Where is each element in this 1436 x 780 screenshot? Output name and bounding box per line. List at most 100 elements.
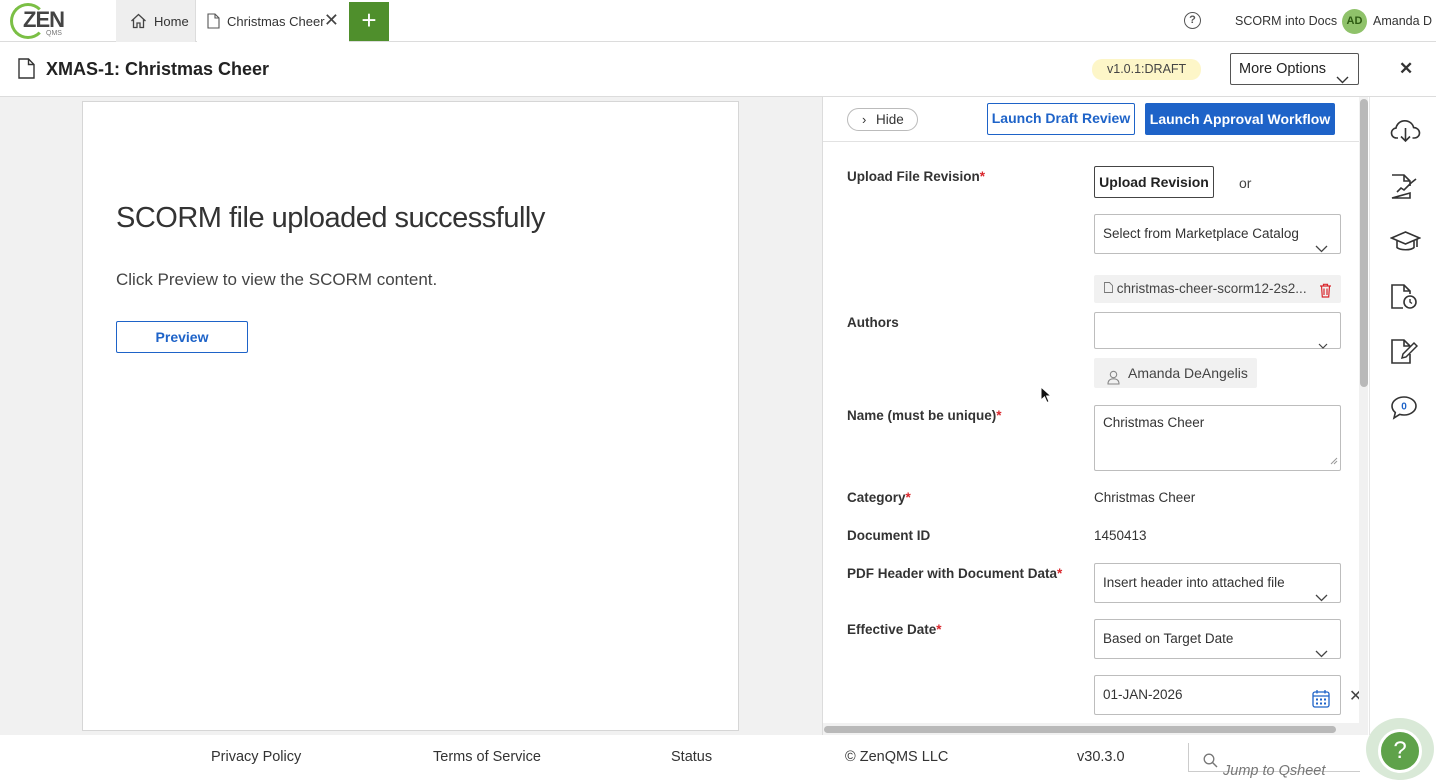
pdf-header-select[interactable]: Insert header into attached file <box>1094 563 1341 603</box>
footer: Privacy Policy Terms of Service Status ©… <box>0 735 1436 780</box>
or-text: or <box>1239 175 1252 191</box>
launch-approval-workflow-button[interactable]: Launch Approval Workflow <box>1145 103 1335 135</box>
page-title: XMAS-1: Christmas Cheer <box>46 59 270 79</box>
attached-file[interactable]: christmas-cheer-scorm12-2s2... <box>1094 275 1341 303</box>
effective-date-select[interactable]: Based on Target Date <box>1094 619 1341 659</box>
help-icon[interactable]: ? <box>1184 12 1201 29</box>
horizontal-scrollbar-thumb[interactable] <box>824 726 1336 733</box>
upload-file-revision-label: Upload File Revision* <box>847 169 985 184</box>
category-label: Category* <box>847 490 911 505</box>
upload-label-text: Upload File Revision <box>847 169 980 184</box>
logo-subtext: QMS <box>46 30 62 37</box>
comments-icon[interactable]: 0 <box>1390 395 1418 425</box>
author-chip[interactable]: Amanda DeAngelis <box>1094 358 1257 388</box>
add-tab-button[interactable]: + <box>349 2 389 41</box>
tab-home[interactable]: Home <box>116 0 196 42</box>
more-options-button[interactable]: More Options <box>1230 53 1359 85</box>
document-history-icon[interactable] <box>1390 283 1418 315</box>
required-marker: * <box>936 622 942 637</box>
user-name[interactable]: Amanda D <box>1373 14 1432 28</box>
app-version: v30.3.0 <box>1077 749 1125 765</box>
chevron-down-icon <box>1315 230 1328 268</box>
vertical-scrollbar-thumb[interactable] <box>1360 99 1368 387</box>
chevron-right-icon: › <box>862 112 867 127</box>
category-value: Christmas Cheer <box>1094 490 1196 505</box>
launch-draft-review-button[interactable]: Launch Draft Review <box>987 103 1135 135</box>
authors-label: Authors <box>847 315 899 330</box>
document-id-value: 1450413 <box>1094 528 1147 543</box>
hide-label: Hide <box>876 112 904 127</box>
hide-panel-button[interactable]: › Hide <box>847 108 918 131</box>
terms-of-service-link[interactable]: Terms of Service <box>433 749 541 765</box>
close-icon[interactable]: ✕ <box>1399 59 1413 79</box>
name-label: Name (must be unique)* <box>847 408 1002 423</box>
trash-icon[interactable] <box>1319 280 1332 303</box>
tab-close-icon[interactable]: ✕ <box>324 11 339 29</box>
privacy-policy-link[interactable]: Privacy Policy <box>211 749 301 765</box>
comment-count: 0 <box>1401 402 1407 413</box>
marketplace-catalog-select[interactable]: Select from Marketplace Catalog <box>1094 214 1341 254</box>
authors-select[interactable] <box>1094 312 1341 349</box>
mouse-cursor-icon <box>1040 385 1053 409</box>
tab-home-label: Home <box>154 13 189 29</box>
document-icon <box>18 58 35 84</box>
document-id-label: Document ID <box>847 528 931 543</box>
top-bar: ZEN QMS Home Christmas Cheer ✕ + ? SCORM… <box>0 0 1436 42</box>
date-input-value: 01-JAN-2026 <box>1103 687 1183 702</box>
file-icon <box>1104 281 1117 296</box>
copyright-text: © ZenQMS LLC <box>845 749 949 765</box>
document-icon <box>207 13 220 29</box>
calendar-icon[interactable] <box>1312 685 1330 723</box>
required-marker: * <box>1057 566 1063 581</box>
vertical-scrollbar[interactable] <box>1359 97 1368 735</box>
name-label-text: Name (must be unique) <box>847 408 997 423</box>
preview-button[interactable]: Preview <box>116 321 248 353</box>
chevron-down-icon <box>1315 579 1328 617</box>
tab-christmas-cheer[interactable]: Christmas Cheer ✕ <box>197 0 349 42</box>
graduation-cap-icon[interactable] <box>1389 230 1422 258</box>
avatar[interactable]: AD <box>1342 9 1367 34</box>
date-input[interactable]: 01-JAN-2026 <box>1094 675 1341 715</box>
required-marker: * <box>979 169 986 184</box>
marketplace-select-value: Select from Marketplace Catalog <box>1103 226 1299 241</box>
panel-header: › Hide Launch Draft Review Launch Approv… <box>823 97 1359 142</box>
preview-instructions: Click Preview to view the SCORM content. <box>116 270 438 289</box>
help-icon: ? <box>1378 729 1422 773</box>
author-chip-name: Amanda DeAngelis <box>1128 365 1248 381</box>
required-marker: * <box>905 490 911 505</box>
category-label-text: Category <box>847 490 906 505</box>
organization-name[interactable]: SCORM into Docs <box>1235 14 1337 28</box>
help-chat-button[interactable]: ? <box>1366 718 1434 780</box>
tool-rail: 0 <box>1369 97 1436 735</box>
upload-revision-button[interactable]: Upload Revision <box>1094 166 1214 198</box>
document-title-bar: XMAS-1: Christmas Cheer v1.0.1:DRAFT Mor… <box>0 42 1436 97</box>
tab-doc-label: Christmas Cheer <box>227 13 325 29</box>
document-page: SCORM file uploaded successfully Click P… <box>82 101 739 731</box>
jump-placeholder: Jump to Qsheet <box>1223 763 1326 779</box>
version-badge: v1.0.1:DRAFT <box>1092 59 1202 80</box>
chevron-down-icon <box>1315 635 1328 673</box>
name-textarea[interactable]: Christmas Cheer <box>1094 405 1341 471</box>
more-options-label: More Options <box>1239 61 1327 77</box>
effective-date-label: Effective Date* <box>847 622 942 637</box>
home-icon <box>130 13 147 29</box>
person-icon <box>1107 365 1120 395</box>
document-viewer: SCORM file uploaded successfully Click P… <box>0 97 822 735</box>
horizontal-scrollbar[interactable] <box>823 723 1359 735</box>
name-textarea-value: Christmas Cheer <box>1103 415 1205 430</box>
chevron-down-icon <box>1336 65 1349 95</box>
effective-date-label-text: Effective Date <box>847 622 937 637</box>
attached-file-name: christmas-cheer-scorm12-2s2... <box>1116 281 1307 296</box>
cloud-download-icon[interactable] <box>1390 119 1421 148</box>
resize-handle-icon[interactable] <box>1330 453 1338 468</box>
document-chart-icon[interactable] <box>1390 173 1418 205</box>
status-link[interactable]: Status <box>671 749 712 765</box>
required-marker: * <box>996 408 1002 423</box>
effective-date-select-value: Based on Target Date <box>1103 631 1234 646</box>
chevron-down-icon <box>1318 327 1328 362</box>
search-icon <box>1203 750 1218 779</box>
document-edit-icon[interactable] <box>1390 338 1419 370</box>
pdf-header-label-text: PDF Header with Document Data <box>847 566 1058 581</box>
jump-to-qsheet-input[interactable]: Jump to Qsheet <box>1188 743 1360 779</box>
zenqms-logo[interactable]: ZEN QMS <box>10 3 70 39</box>
